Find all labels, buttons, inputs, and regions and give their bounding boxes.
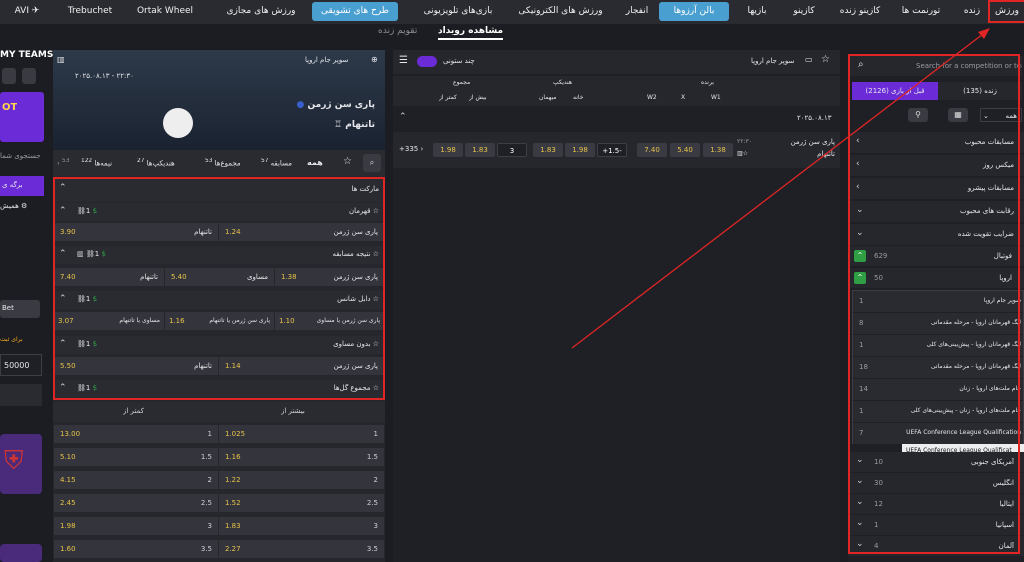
- annotation-arrow: [571, 28, 990, 349]
